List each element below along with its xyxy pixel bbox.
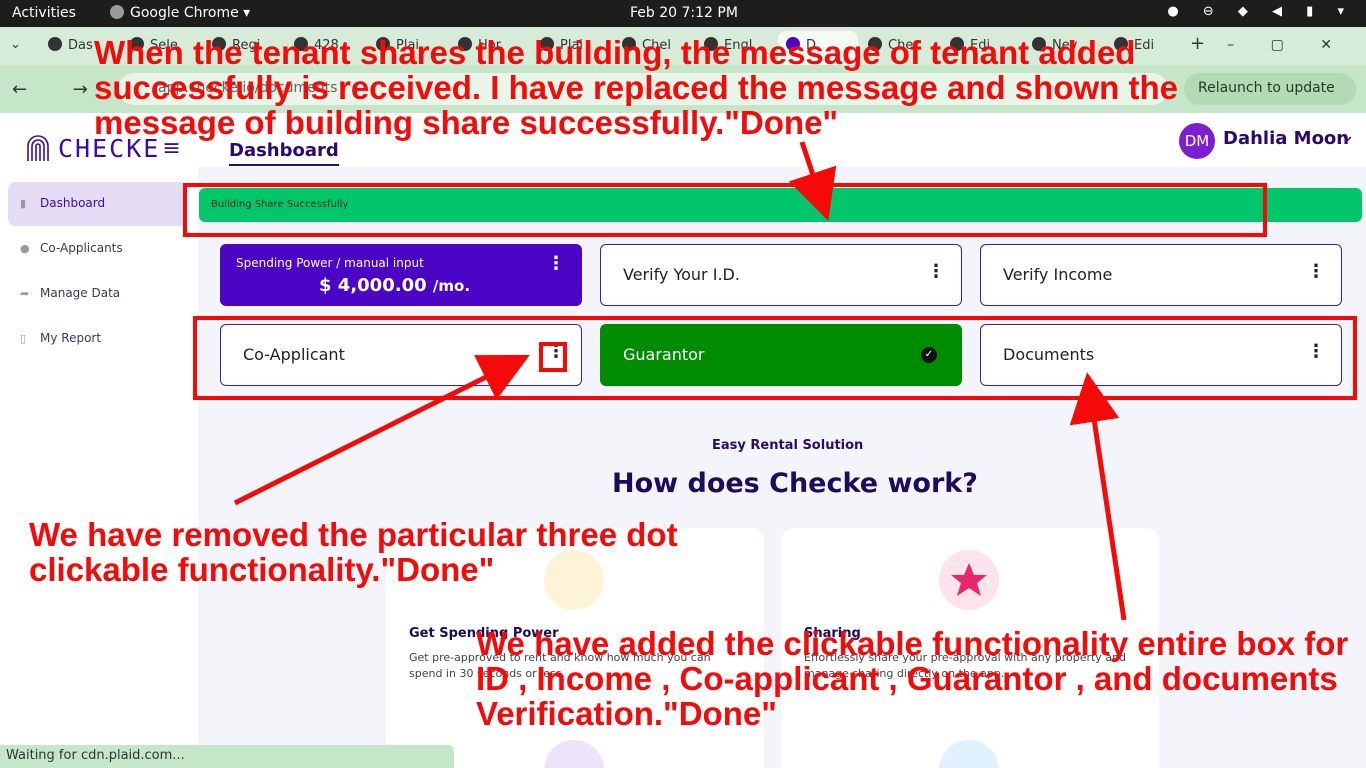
tab-favicon-icon — [48, 37, 62, 51]
verify-income-card[interactable]: Verify Income ⋮ — [980, 244, 1342, 306]
person-icon: ● — [20, 242, 30, 255]
section-eyebrow: Easy Rental Solution — [712, 438, 864, 453]
loading-status: Waiting for cdn.plaid.com... — [0, 745, 454, 768]
kebab-icon[interactable]: ⋮ — [927, 263, 945, 281]
chrome-icon — [110, 5, 124, 19]
tab-search-button[interactable]: ⌄ — [10, 37, 30, 59]
fingerprint-icon — [27, 135, 49, 161]
page-title: Dashboard — [229, 140, 339, 166]
spending-amount: $ 4,000.00 /mo. — [319, 275, 471, 296]
sidebar-item-dashboard[interactable]: ▮ Dashboard — [8, 182, 184, 226]
annotation-box-toast — [183, 183, 1267, 237]
file-icon: ▯ — [20, 332, 27, 345]
star-icon — [939, 550, 999, 610]
annotation-bottom: We have added the clickable functionalit… — [476, 625, 1349, 732]
verify-id-card[interactable]: Verify Your I.D. ⋮ — [600, 244, 962, 306]
spending-power-card[interactable]: Spending Power / manual input $ 4,000.00… — [220, 244, 582, 306]
card-title: Verify Income — [1003, 265, 1113, 284]
annotation-box-kebab — [539, 342, 567, 372]
sidebar: CHECKE≡ ▮ Dashboard ● Co-Applicants ➦ Manag… — [0, 113, 198, 768]
chevron-down-icon[interactable]: ⌄ — [1340, 125, 1355, 146]
sidebar-item-my-report[interactable]: ▯ My Report — [8, 317, 184, 361]
sidebar-item-co-applicants[interactable]: ● Co-Applicants — [8, 227, 184, 271]
system-tray[interactable]: ● ⊖ ◆ ◀ ▮ ▾ — [1167, 4, 1354, 19]
section-title: How does Checke work? — [612, 468, 978, 499]
kebab-icon[interactable]: ⋮ — [547, 255, 565, 273]
document-icon: ▮ — [20, 197, 27, 210]
share-icon: ➦ — [20, 287, 30, 300]
card-title: Verify Your I.D. — [623, 265, 740, 284]
app-menu[interactable]: Google Chrome ▾ — [110, 5, 250, 21]
activities-button[interactable]: Activities — [12, 5, 76, 21]
kebab-icon[interactable]: ⋮ — [1307, 263, 1325, 281]
annotation-box-cards — [193, 316, 1357, 400]
spending-label: Spending Power / manual input — [236, 256, 424, 270]
sidebar-item-manage-data[interactable]: ➦ Manage Data — [8, 272, 184, 316]
clock[interactable]: Feb 20 7:12 PM — [630, 5, 738, 21]
annotation-left: We have removed the particular three dot… — [29, 516, 678, 588]
annotation-top: When the tenant shares the building, the… — [94, 34, 1178, 141]
checkmark-icon — [544, 740, 604, 768]
people-icon — [939, 740, 999, 768]
app-name: Google Chrome — [130, 5, 239, 21]
os-top-bar: Activities Google Chrome ▾ Feb 20 7:12 P… — [0, 0, 1366, 27]
